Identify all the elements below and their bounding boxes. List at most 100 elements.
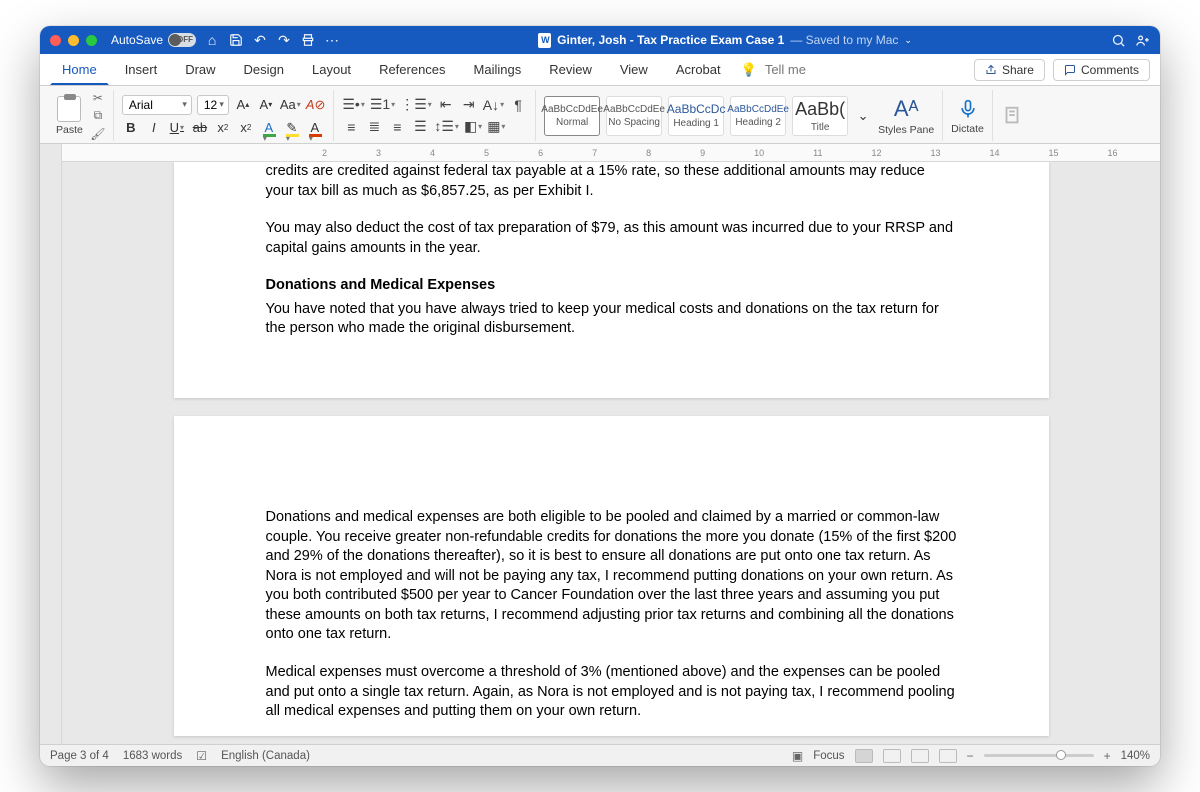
shading-button[interactable]: ◧	[464, 118, 482, 136]
borders-button[interactable]: ▦	[487, 118, 505, 136]
app-window: AutoSave OFF ⌂ ↶ ↷ ⋯ Ginter, Josh - Tax …	[40, 26, 1160, 766]
doc-subtitle: — Saved to my Mac	[790, 33, 898, 47]
share-titlebar-icon[interactable]	[1134, 32, 1150, 48]
style-no-spacing[interactable]: AaBbCcDdEeNo Spacing	[606, 96, 662, 136]
styles-more-icon[interactable]: ⌄	[854, 107, 872, 125]
dictate-button[interactable]: Dictate	[951, 97, 984, 135]
font-name-select[interactable]: Arial	[122, 95, 192, 115]
body-paragraph: You may also deduct the cost of tax prep…	[266, 219, 957, 258]
view-outline[interactable]	[911, 749, 929, 763]
tab-acrobat[interactable]: Acrobat	[664, 54, 733, 85]
superscript-button[interactable]: x2	[237, 119, 255, 137]
lightbulb-icon[interactable]: 💡	[741, 62, 757, 78]
align-left-button[interactable]: ≡	[342, 118, 360, 136]
clipboard-icon	[57, 96, 81, 122]
bulleted-list-button[interactable]: ☰•	[342, 96, 364, 114]
zoom-in-button[interactable]: +	[1104, 749, 1111, 763]
subscript-button[interactable]: x2	[214, 119, 232, 137]
zoom-slider[interactable]	[984, 754, 1094, 757]
page-lower[interactable]: Donations and medical expenses are both …	[174, 416, 1049, 736]
focus-icon[interactable]: ▣	[792, 749, 803, 763]
bold-button[interactable]: B	[122, 119, 140, 137]
font-size-select[interactable]: 12	[197, 95, 229, 115]
autosave-toggle[interactable]: AutoSave OFF	[111, 33, 196, 47]
comments-button[interactable]: Comments	[1053, 59, 1150, 81]
clear-formatting-icon[interactable]: A⊘	[306, 96, 326, 114]
highlight-button[interactable]: ✎	[283, 119, 301, 137]
view-draft[interactable]	[939, 749, 957, 763]
decrease-font-icon[interactable]: A▾	[257, 96, 275, 114]
switch-icon[interactable]: OFF	[168, 33, 196, 47]
style-normal[interactable]: AaBbCcDdEeNormal	[544, 96, 600, 136]
doc-title: Ginter, Josh - Tax Practice Exam Case 1	[557, 33, 784, 47]
page-upper[interactable]: credits are credited against federal tax…	[174, 162, 1049, 398]
align-center-button[interactable]: ≣	[365, 118, 383, 136]
style-heading-1[interactable]: AaBbCcDcHeading 1	[668, 96, 724, 136]
tab-design[interactable]: Design	[232, 54, 296, 85]
decrease-indent-button[interactable]: ⇤	[437, 96, 455, 114]
paste-button[interactable]: Paste	[56, 96, 83, 136]
tab-mailings[interactable]: Mailings	[462, 54, 534, 85]
zoom-thumb[interactable]	[1056, 750, 1066, 760]
multilevel-list-button[interactable]: ⋮☰	[400, 96, 432, 114]
strikethrough-button[interactable]: ab	[191, 119, 209, 137]
increase-indent-button[interactable]: ⇥	[460, 96, 478, 114]
tab-review[interactable]: Review	[537, 54, 604, 85]
tab-draw[interactable]: Draw	[173, 54, 227, 85]
increase-font-icon[interactable]: A▴	[234, 96, 252, 114]
chevron-down-icon[interactable]: ⌄	[904, 35, 912, 46]
print-icon[interactable]	[300, 32, 316, 48]
word-count[interactable]: 1683 words	[123, 750, 182, 762]
undo-icon[interactable]: ↶	[252, 32, 268, 48]
copy-icon[interactable]: ⧉	[91, 109, 105, 123]
view-web-layout[interactable]	[883, 749, 901, 763]
styles-pane-icon: Aᴬ	[894, 96, 919, 122]
style-title[interactable]: AaBb(Title	[792, 96, 848, 136]
format-painter-icon[interactable]: 🖌	[91, 127, 105, 141]
underline-button[interactable]: U	[168, 119, 186, 137]
tab-home[interactable]: Home	[50, 54, 109, 85]
tab-references[interactable]: References	[367, 54, 457, 85]
page-indicator[interactable]: Page 3 of 4	[50, 750, 109, 762]
text-effects-button[interactable]: A	[260, 119, 278, 137]
style-heading-2[interactable]: AaBbCcDdEeHeading 2	[730, 96, 786, 136]
justify-button[interactable]: ☰	[411, 118, 429, 136]
language-indicator[interactable]: English (Canada)	[221, 750, 310, 762]
show-marks-button[interactable]: ¶	[509, 96, 527, 114]
tab-view[interactable]: View	[608, 54, 660, 85]
word-doc-icon	[538, 33, 551, 48]
share-icon	[985, 64, 997, 76]
styles-pane-button[interactable]: Aᴬ Styles Pane	[878, 96, 934, 136]
cut-icon[interactable]: ✂	[91, 91, 105, 105]
tell-me-search[interactable]: Tell me	[761, 54, 818, 85]
sort-button[interactable]: A↓	[483, 96, 504, 114]
tab-layout[interactable]: Layout	[300, 54, 363, 85]
window-controls	[50, 35, 97, 46]
tab-insert[interactable]: Insert	[113, 54, 170, 85]
align-right-button[interactable]: ≡	[388, 118, 406, 136]
home-icon[interactable]: ⌂	[204, 32, 220, 48]
zoom-level[interactable]: 140%	[1121, 750, 1150, 762]
sensitivity-button[interactable]	[1001, 104, 1023, 128]
maximize-icon[interactable]	[86, 35, 97, 46]
zoom-out-button[interactable]: −	[967, 749, 974, 763]
workspace: 2345678910111213141516171819 credits are…	[40, 144, 1160, 744]
minimize-icon[interactable]	[68, 35, 79, 46]
view-print-layout[interactable]	[855, 749, 873, 763]
font-color-button[interactable]: A	[306, 119, 324, 137]
focus-label[interactable]: Focus	[813, 750, 844, 762]
redo-icon[interactable]: ↷	[276, 32, 292, 48]
close-icon[interactable]	[50, 35, 61, 46]
search-icon[interactable]	[1110, 32, 1126, 48]
numbered-list-button[interactable]: ☰1	[370, 96, 395, 114]
save-icon[interactable]	[228, 32, 244, 48]
group-styles: AaBbCcDdEeNormal AaBbCcDdEeNo Spacing Aa…	[536, 90, 943, 141]
more-icon[interactable]: ⋯	[324, 32, 340, 48]
italic-button[interactable]: I	[145, 119, 163, 137]
change-case-button[interactable]: Aa	[280, 96, 301, 114]
share-button[interactable]: Share	[974, 59, 1045, 81]
spellcheck-icon[interactable]: ☑	[196, 749, 207, 763]
line-spacing-button[interactable]: ↕☰	[434, 118, 459, 136]
scroll-area[interactable]: 2345678910111213141516171819 credits are…	[62, 144, 1160, 744]
clipboard-side: ✂ ⧉ 🖌	[91, 91, 105, 141]
